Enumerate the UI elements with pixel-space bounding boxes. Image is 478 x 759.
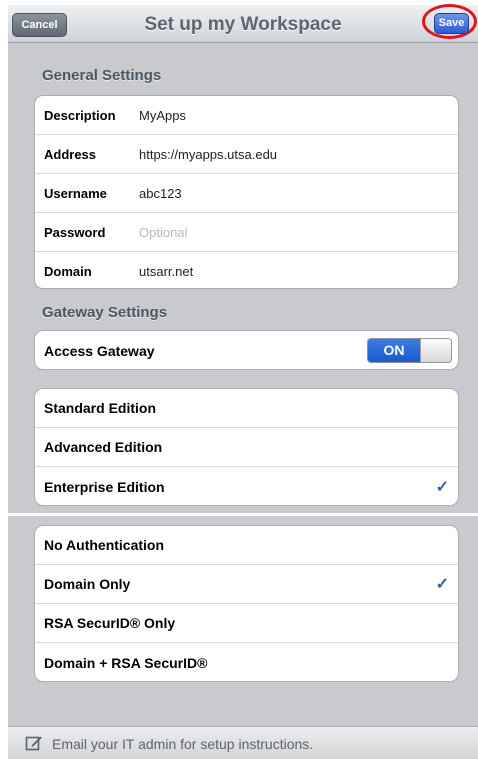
auth-label: Domain + RSA SecurID® bbox=[44, 654, 208, 671]
save-highlight-ring: Save bbox=[422, 4, 477, 39]
auth-option-rsa-only[interactable]: RSA SecurID® Only bbox=[35, 604, 458, 643]
save-button[interactable]: Save bbox=[434, 13, 469, 34]
domain-label: Domain bbox=[44, 264, 92, 279]
auth-label: Domain Only bbox=[44, 576, 131, 592]
edition-group: Standard Edition Advanced Edition Enterp… bbox=[34, 388, 459, 506]
description-label: Description bbox=[44, 107, 116, 123]
auth-label: RSA SecurID® Only bbox=[44, 615, 176, 631]
username-label: Username bbox=[44, 185, 107, 201]
gateway-settings-group: Access Gateway ON bbox=[34, 330, 459, 370]
domain-row[interactable]: Domain utsarr.net bbox=[35, 252, 458, 288]
username-row[interactable]: Username abc123 bbox=[35, 174, 458, 213]
general-settings-group: Description MyApps Address https://myapp… bbox=[34, 95, 459, 289]
edition-option-advanced[interactable]: Advanced Edition bbox=[35, 428, 458, 467]
checkmark-icon: ✓ bbox=[435, 478, 449, 496]
password-row[interactable]: Password Optional bbox=[35, 213, 458, 252]
edition-option-standard[interactable]: Standard Edition bbox=[35, 389, 458, 428]
gateway-settings-heading: Gateway Settings bbox=[42, 304, 168, 321]
general-settings-heading: General Settings bbox=[42, 67, 162, 84]
footer-bar[interactable]: Email your IT admin for setup instructio… bbox=[8, 726, 478, 759]
footer-message: Email your IT admin for setup instructio… bbox=[52, 736, 314, 752]
edition-label: Standard Edition bbox=[44, 400, 156, 416]
compose-icon bbox=[25, 736, 42, 751]
access-gateway-toggle[interactable]: ON bbox=[367, 338, 452, 363]
domain-field[interactable]: utsarr.net bbox=[139, 264, 193, 279]
toggle-on-label: ON bbox=[368, 339, 420, 362]
address-label: Address bbox=[44, 146, 97, 162]
access-gateway-label: Access Gateway bbox=[44, 342, 155, 359]
auth-option-domain-only[interactable]: Domain Only ✓ bbox=[35, 565, 458, 604]
auth-label: No Authentication bbox=[44, 537, 165, 553]
access-gateway-row: Access Gateway ON bbox=[35, 331, 458, 369]
toggle-knob[interactable] bbox=[420, 339, 451, 362]
page-title: Set up my Workspace bbox=[144, 14, 342, 35]
navigation-bar: Cancel Set up my Workspace bbox=[8, 5, 478, 43]
auth-option-domain-rsa[interactable]: Domain + RSA SecurID® bbox=[35, 643, 458, 681]
description-row[interactable]: Description MyApps bbox=[35, 96, 458, 135]
password-label: Password bbox=[44, 224, 106, 240]
address-field[interactable]: https://myapps.utsa.edu bbox=[139, 147, 277, 162]
edition-option-enterprise[interactable]: Enterprise Edition ✓ bbox=[35, 467, 458, 505]
checkmark-icon: ✓ bbox=[435, 576, 449, 593]
auth-option-none[interactable]: No Authentication bbox=[35, 526, 458, 565]
authentication-group: No Authentication Domain Only ✓ RSA Secu… bbox=[34, 525, 459, 682]
password-field[interactable]: Optional bbox=[139, 225, 187, 240]
username-field[interactable]: abc123 bbox=[139, 186, 182, 201]
description-field[interactable]: MyApps bbox=[139, 108, 186, 123]
edition-label: Advanced Edition bbox=[44, 439, 163, 455]
address-row[interactable]: Address https://myapps.utsa.edu bbox=[35, 135, 458, 174]
edition-label: Enterprise Edition bbox=[44, 478, 165, 495]
